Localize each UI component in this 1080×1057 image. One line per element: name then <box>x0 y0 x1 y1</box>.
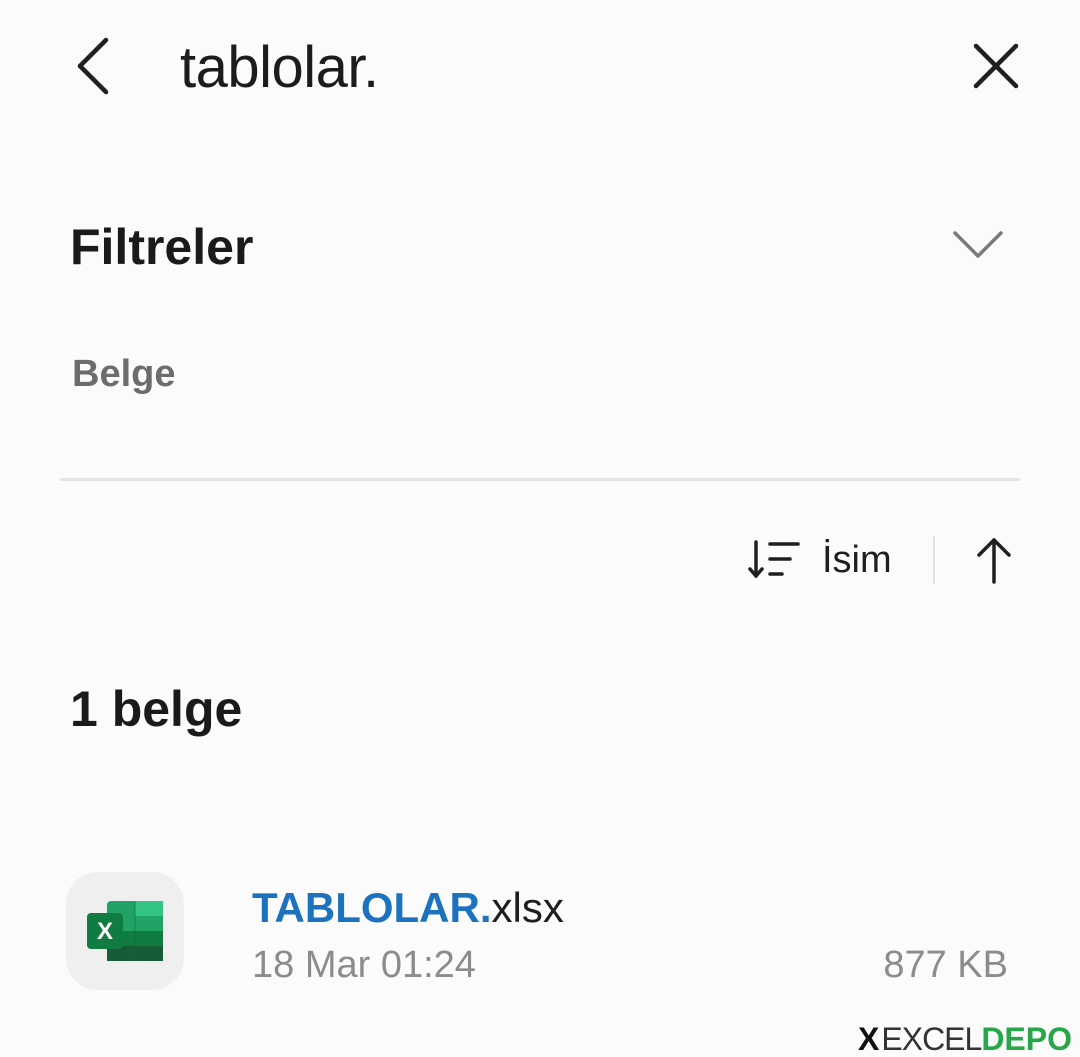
arrow-up-icon <box>977 538 1011 584</box>
close-icon <box>973 43 1019 89</box>
back-button[interactable] <box>62 28 126 104</box>
file-name-match: TABLOLAR. <box>252 884 492 931</box>
sort-direction-button[interactable] <box>966 530 1022 590</box>
sort-separator <box>933 536 935 584</box>
watermark-logo: X EXCEL DEPO <box>858 1022 1072 1056</box>
sort-label: İsim <box>822 539 892 581</box>
search-query[interactable]: tablolar. <box>180 30 379 106</box>
file-size: 877 KB <box>883 944 1008 986</box>
results-count: 1 belge <box>70 681 243 737</box>
excel-file-icon: X <box>66 872 184 990</box>
filters-toggle-button[interactable] <box>946 216 1010 272</box>
file-name: TABLOLAR.xlsx <box>252 882 564 934</box>
close-button[interactable] <box>960 30 1032 102</box>
file-name-extension: xlsx <box>491 884 564 931</box>
chevron-down-icon <box>953 231 1003 258</box>
filter-document[interactable]: Belge <box>72 348 175 400</box>
divider <box>60 478 1020 481</box>
file-date: 18 Mar 01:24 <box>252 944 476 986</box>
svg-text:X: X <box>97 918 113 945</box>
chevron-left-icon <box>77 37 109 95</box>
filters-title: Filtreler <box>70 219 254 275</box>
sort-by-button[interactable]: İsim <box>748 528 892 592</box>
watermark-depo: DEPO <box>981 1021 1072 1057</box>
sort-icon <box>748 540 800 578</box>
watermark-x: X <box>858 1021 880 1057</box>
file-list-item[interactable]: X TABLOLAR.xlsx 18 Mar 01:24 877 KB <box>60 864 1020 1000</box>
watermark-excel: EXCEL <box>881 1021 982 1057</box>
